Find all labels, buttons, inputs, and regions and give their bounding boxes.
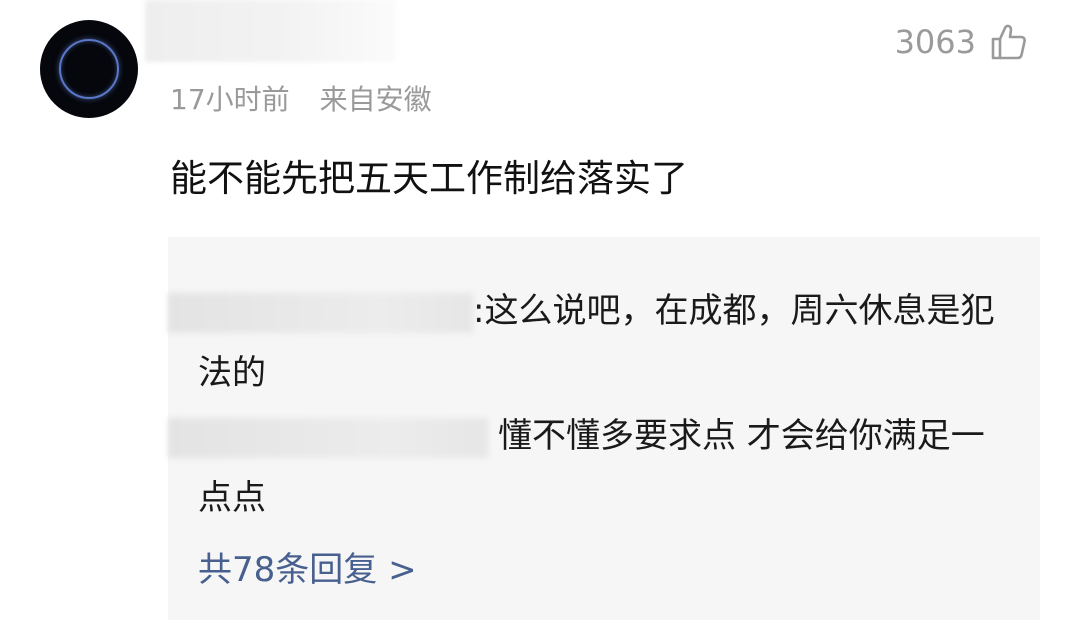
comment-time: 17小时前 <box>170 83 290 116</box>
like-count: 3063 <box>894 23 976 61</box>
reply-username-redacted <box>168 417 488 458</box>
thumbs-up-icon <box>991 24 1026 60</box>
comment-card: 17小时前 来自安徽 3063 能不能先把五天工作制给落实了 :这么说吧，在成都，… <box>0 0 1080 627</box>
avatar-ring <box>59 39 119 99</box>
comment-text: 能不能先把五天工作制给落实了 <box>170 157 688 200</box>
avatar[interactable] <box>40 20 138 118</box>
reply-separator: : <box>473 291 485 331</box>
like-button[interactable]: 3063 <box>895 22 1028 62</box>
reply-username-redacted <box>168 292 473 333</box>
username-redacted[interactable] <box>145 0 395 62</box>
comment-meta: 17小时前 来自安徽 <box>170 78 432 118</box>
view-all-replies-link[interactable]: 共78条回复 > <box>198 542 417 591</box>
comment-location: 来自安徽 <box>319 83 432 116</box>
reply-item[interactable]: :这么说吧，在成都，周六休息是犯法的 <box>168 280 998 404</box>
reply-item[interactable]: 懂不懂多要求点 才会给你满足一点点 <box>168 405 1018 529</box>
reply-preview-box[interactable]: :这么说吧，在成都，周六休息是犯法的 懂不懂多要求点 才会给你满足一点点 共78… <box>168 237 1040 620</box>
